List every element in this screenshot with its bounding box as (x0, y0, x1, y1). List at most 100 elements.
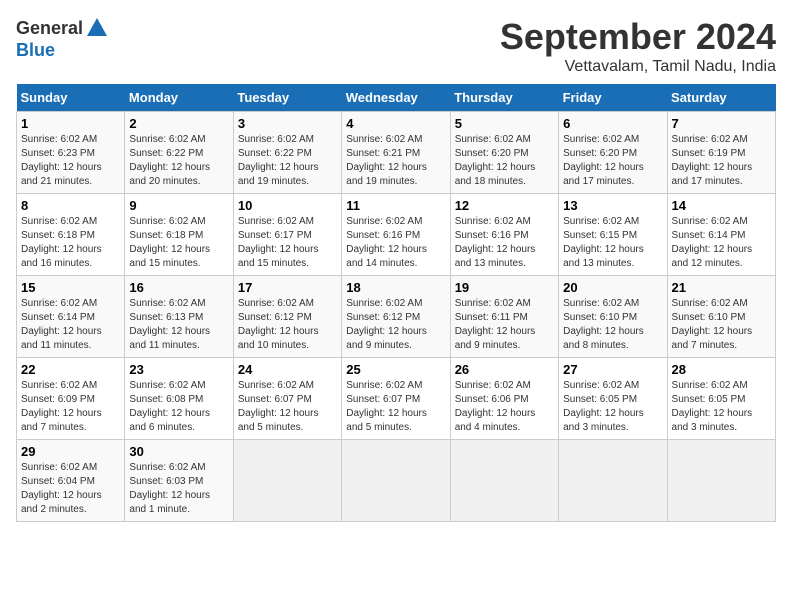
calendar-cell: 23Sunrise: 6:02 AMSunset: 6:08 PMDayligh… (125, 358, 233, 440)
calendar-cell: 16 Sunrise: 6:02 AMSunset: 6:13 PMDayligh… (125, 276, 233, 358)
day-number: 10 (238, 198, 337, 213)
calendar-cell: 10 Sunrise: 6:02 AMSunset: 6:17 PMDayligh… (233, 194, 341, 276)
calendar-cell: 5Sunrise: 6:02 AMSunset: 6:20 PMDaylight… (450, 112, 558, 194)
day-info: Sunrise: 6:02 AMSunset: 6:07 PMDaylight:… (238, 379, 337, 435)
day-number: 16 (129, 280, 228, 295)
weekday-header-friday: Friday (559, 84, 667, 112)
day-number: 8 (21, 198, 120, 213)
calendar-week-3: 15 Sunrise: 6:02 AMSunset: 6:14 PMDayligh… (17, 276, 776, 358)
day-info: Sunrise: 6:02 AMSunset: 6:12 PMDaylight:… (346, 297, 445, 353)
day-number: 22 (21, 362, 120, 377)
calendar-cell (667, 440, 775, 522)
day-number: 26 (455, 362, 554, 377)
logo-blue-text: Blue (16, 40, 55, 61)
weekday-header-thursday: Thursday (450, 84, 558, 112)
calendar-cell: 22Sunrise: 6:02 AMSunset: 6:09 PMDayligh… (17, 358, 125, 440)
day-number: 1 (21, 116, 120, 131)
calendar-cell: 18 Sunrise: 6:02 AMSunset: 6:12 PMDayligh… (342, 276, 450, 358)
day-info: Sunrise: 6:02 AMSunset: 6:16 PMDaylight:… (455, 215, 554, 271)
calendar-cell (559, 440, 667, 522)
day-info: Sunrise: 6:02 AMSunset: 6:20 PMDaylight:… (563, 133, 662, 189)
calendar-week-2: 8 Sunrise: 6:02 AMSunset: 6:18 PMDaylight… (17, 194, 776, 276)
day-number: 29 (21, 444, 120, 459)
day-number: 28 (672, 362, 771, 377)
calendar-cell: 25Sunrise: 6:02 AMSunset: 6:07 PMDayligh… (342, 358, 450, 440)
day-number: 4 (346, 116, 445, 131)
day-number: 21 (672, 280, 771, 295)
calendar-week-4: 22Sunrise: 6:02 AMSunset: 6:09 PMDayligh… (17, 358, 776, 440)
calendar-cell: 28 Sunrise: 6:02 AMSunset: 6:05 PMDayligh… (667, 358, 775, 440)
day-info: Sunrise: 6:02 AMSunset: 6:03 PMDaylight:… (129, 461, 228, 517)
calendar-cell: 9Sunrise: 6:02 AMSunset: 6:18 PMDaylight… (125, 194, 233, 276)
day-number: 30 (129, 444, 228, 459)
logo-general-text: General (16, 18, 83, 39)
day-number: 11 (346, 198, 445, 213)
day-number: 23 (129, 362, 228, 377)
weekday-header-saturday: Saturday (667, 84, 775, 112)
calendar-week-5: 29 Sunrise: 6:02 AMSunset: 6:04 PMDayligh… (17, 440, 776, 522)
day-number: 12 (455, 198, 554, 213)
calendar-cell: 12 Sunrise: 6:02 AMSunset: 6:16 PMDayligh… (450, 194, 558, 276)
calendar-cell: 30 Sunrise: 6:02 AMSunset: 6:03 PMDayligh… (125, 440, 233, 522)
day-info: Sunrise: 6:02 AMSunset: 6:23 PMDaylight:… (21, 133, 120, 189)
calendar-table: SundayMondayTuesdayWednesdayThursdayFrid… (16, 84, 776, 522)
calendar-cell (450, 440, 558, 522)
weekday-header-tuesday: Tuesday (233, 84, 341, 112)
day-info: Sunrise: 6:02 AMSunset: 6:04 PMDaylight:… (21, 461, 120, 517)
calendar-cell: 24Sunrise: 6:02 AMSunset: 6:07 PMDayligh… (233, 358, 341, 440)
weekday-header-monday: Monday (125, 84, 233, 112)
logo: General Blue (16, 16, 109, 61)
calendar-cell: 7 Sunrise: 6:02 AMSunset: 6:19 PMDaylight… (667, 112, 775, 194)
calendar-cell: 11 Sunrise: 6:02 AMSunset: 6:16 PMDayligh… (342, 194, 450, 276)
title-area: September 2024 Vettavalam, Tamil Nadu, I… (500, 16, 776, 76)
month-title: September 2024 (500, 16, 776, 58)
day-info: Sunrise: 6:02 AMSunset: 6:22 PMDaylight:… (238, 133, 337, 189)
calendar-cell: 2Sunrise: 6:02 AMSunset: 6:22 PMDaylight… (125, 112, 233, 194)
calendar-cell: 6 Sunrise: 6:02 AMSunset: 6:20 PMDaylight… (559, 112, 667, 194)
calendar-cell: 21 Sunrise: 6:02 AMSunset: 6:10 PMDayligh… (667, 276, 775, 358)
day-number: 7 (672, 116, 771, 131)
day-info: Sunrise: 6:02 AMSunset: 6:20 PMDaylight:… (455, 133, 554, 189)
day-info: Sunrise: 6:02 AMSunset: 6:10 PMDaylight:… (672, 297, 771, 353)
day-number: 13 (563, 198, 662, 213)
calendar-week-1: 1 Sunrise: 6:02 AMSunset: 6:23 PMDaylight… (17, 112, 776, 194)
calendar-cell: 3 Sunrise: 6:02 AMSunset: 6:22 PMDaylight… (233, 112, 341, 194)
day-info: Sunrise: 6:02 AMSunset: 6:19 PMDaylight:… (672, 133, 771, 189)
day-info: Sunrise: 6:02 AMSunset: 6:11 PMDaylight:… (455, 297, 554, 353)
calendar-cell: 17Sunrise: 6:02 AMSunset: 6:12 PMDayligh… (233, 276, 341, 358)
day-info: Sunrise: 6:02 AMSunset: 6:13 PMDaylight:… (129, 297, 228, 353)
day-info: Sunrise: 6:02 AMSunset: 6:15 PMDaylight:… (563, 215, 662, 271)
weekday-header-wednesday: Wednesday (342, 84, 450, 112)
day-number: 27 (563, 362, 662, 377)
day-info: Sunrise: 6:02 AMSunset: 6:05 PMDaylight:… (563, 379, 662, 435)
calendar-cell: 8 Sunrise: 6:02 AMSunset: 6:18 PMDaylight… (17, 194, 125, 276)
calendar-cell: 15 Sunrise: 6:02 AMSunset: 6:14 PMDayligh… (17, 276, 125, 358)
day-number: 18 (346, 280, 445, 295)
day-info: Sunrise: 6:02 AMSunset: 6:14 PMDaylight:… (21, 297, 120, 353)
day-number: 3 (238, 116, 337, 131)
calendar-cell (342, 440, 450, 522)
calendar-cell (233, 440, 341, 522)
day-info: Sunrise: 6:02 AMSunset: 6:12 PMDaylight:… (238, 297, 337, 353)
day-info: Sunrise: 6:02 AMSunset: 6:16 PMDaylight:… (346, 215, 445, 271)
day-number: 20 (563, 280, 662, 295)
calendar-cell: 1 Sunrise: 6:02 AMSunset: 6:23 PMDaylight… (17, 112, 125, 194)
day-info: Sunrise: 6:02 AMSunset: 6:18 PMDaylight:… (21, 215, 120, 271)
calendar-cell: 19 Sunrise: 6:02 AMSunset: 6:11 PMDayligh… (450, 276, 558, 358)
location-title: Vettavalam, Tamil Nadu, India (500, 58, 776, 76)
day-info: Sunrise: 6:02 AMSunset: 6:17 PMDaylight:… (238, 215, 337, 271)
header: General Blue September 2024 Vettavalam, … (16, 16, 776, 76)
calendar-cell: 27 Sunrise: 6:02 AMSunset: 6:05 PMDayligh… (559, 358, 667, 440)
day-info: Sunrise: 6:02 AMSunset: 6:06 PMDaylight:… (455, 379, 554, 435)
day-number: 15 (21, 280, 120, 295)
day-info: Sunrise: 6:02 AMSunset: 6:05 PMDaylight:… (672, 379, 771, 435)
calendar-cell: 20 Sunrise: 6:02 AMSunset: 6:10 PMDayligh… (559, 276, 667, 358)
day-info: Sunrise: 6:02 AMSunset: 6:22 PMDaylight:… (129, 133, 228, 189)
day-number: 6 (563, 116, 662, 131)
logo-icon (85, 16, 109, 40)
day-info: Sunrise: 6:02 AMSunset: 6:14 PMDaylight:… (672, 215, 771, 271)
day-info: Sunrise: 6:02 AMSunset: 6:10 PMDaylight:… (563, 297, 662, 353)
day-number: 14 (672, 198, 771, 213)
calendar-cell: 29 Sunrise: 6:02 AMSunset: 6:04 PMDayligh… (17, 440, 125, 522)
day-number: 19 (455, 280, 554, 295)
